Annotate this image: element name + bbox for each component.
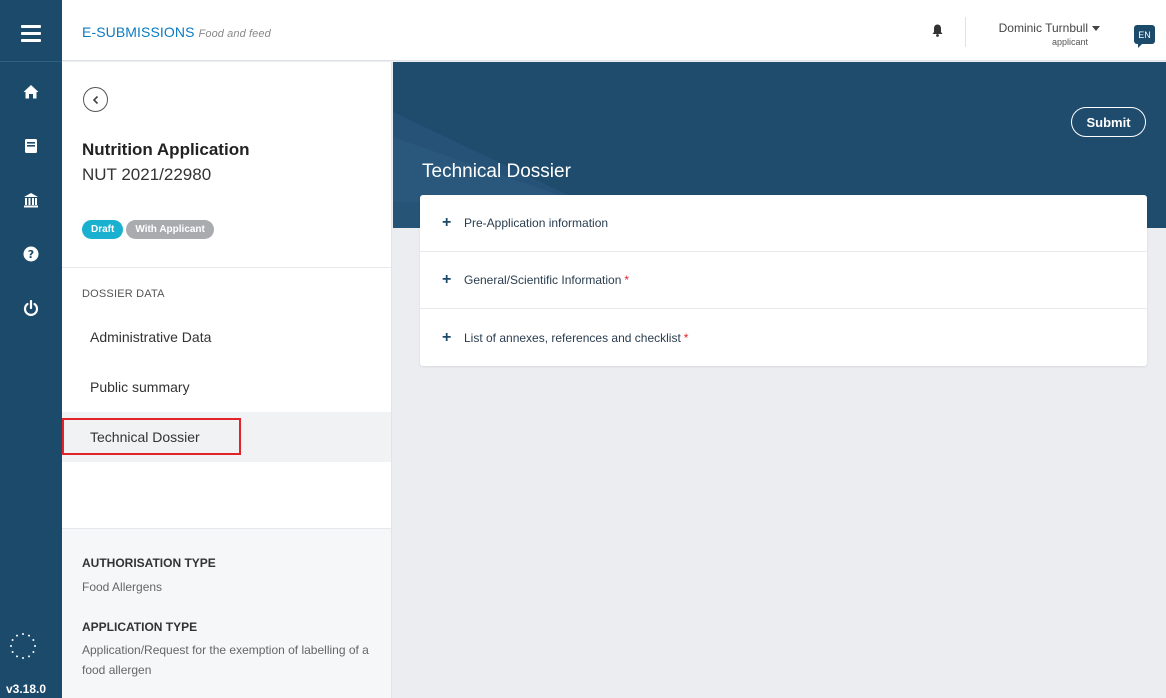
- help-icon: ?: [23, 246, 39, 262]
- version-label: v3.18.0: [6, 682, 47, 696]
- building-icon: [24, 193, 38, 208]
- left-rail: ? v3.18.0: [0, 0, 62, 698]
- authorisation-type-value: Food Allergens: [82, 580, 163, 594]
- nav-item-label: Public summary: [90, 379, 190, 395]
- nav-item-administrative-data[interactable]: Administrative Data: [62, 312, 391, 362]
- notifications-button[interactable]: [932, 24, 943, 42]
- organisation-button[interactable]: [0, 185, 62, 215]
- app-brand[interactable]: E-SUBMISSIONS Food and feed: [82, 24, 271, 40]
- eu-stars-logo: [10, 633, 36, 659]
- user-menu[interactable]: Dominic Turnbull applicant: [990, 21, 1100, 47]
- section-general-scientific-information[interactable]: + General/Scientific Information *: [420, 252, 1147, 309]
- nav-item-public-summary[interactable]: Public summary: [62, 362, 391, 412]
- status-badge-with-applicant: With Applicant: [126, 220, 214, 239]
- dossiers-button[interactable]: [0, 131, 62, 161]
- application-name: Nutrition Application: [82, 140, 250, 159]
- header-divider: [965, 17, 966, 47]
- required-marker: *: [683, 330, 689, 345]
- user-role: applicant: [1051, 37, 1088, 47]
- panel-divider: [62, 267, 391, 268]
- power-icon: [23, 300, 39, 316]
- section-label: Pre-Application information: [464, 216, 609, 230]
- book-icon: [25, 139, 37, 153]
- application-id: NUT 2021/22980: [82, 165, 212, 184]
- caret-down-icon: [1092, 25, 1100, 31]
- top-header: E-SUBMISSIONS Food and feed Dominic Turnb…: [62, 0, 1166, 61]
- application-type-label: APPLICATION TYPE: [82, 620, 198, 634]
- nav-item-label: Administrative Data: [90, 329, 212, 345]
- rail-divider: [0, 61, 62, 62]
- user-name: Dominic Turnbull: [998, 21, 1088, 35]
- page-title: Technical Dossier: [422, 161, 571, 182]
- expand-plus-icon: +: [442, 271, 452, 288]
- section-annexes-references-checklist[interactable]: + List of annexes, references and checkl…: [420, 309, 1147, 366]
- home-button[interactable]: [0, 77, 62, 107]
- expand-plus-icon: +: [442, 328, 452, 346]
- logout-button[interactable]: [0, 293, 62, 323]
- section-label: General/Scientific Information: [464, 273, 622, 287]
- status-badges: Draft With Applicant: [82, 220, 214, 239]
- section-pre-application-information[interactable]: + Pre-Application information: [420, 195, 1147, 252]
- language-selector[interactable]: EN: [1134, 25, 1155, 48]
- back-button[interactable]: [83, 87, 108, 112]
- home-icon: [23, 85, 39, 99]
- expand-plus-icon: +: [442, 214, 452, 231]
- bell-icon: [932, 24, 943, 37]
- help-button[interactable]: ?: [0, 239, 62, 269]
- chevron-left-icon: [92, 95, 98, 104]
- authorisation-type-label: AUTHORISATION TYPE: [82, 556, 216, 570]
- status-badge-draft: Draft: [82, 220, 124, 239]
- brand-subtitle: Food and feed: [198, 28, 271, 40]
- required-marker: *: [624, 273, 630, 287]
- brand-title: E-SUBMISSIONS: [82, 24, 195, 40]
- application-panel: Nutrition Application NUT 2021/22980 Dra…: [62, 62, 392, 698]
- submit-button[interactable]: Submit: [1071, 107, 1146, 137]
- application-type-value: Application/Request for the exemption of…: [82, 643, 369, 677]
- svg-text:?: ?: [28, 248, 34, 261]
- application-info: AUTHORISATION TYPE Food Allergens APPLIC…: [62, 528, 391, 698]
- dossier-data-label: DOSSIER DATA: [82, 288, 165, 300]
- hamburger-icon: [21, 24, 41, 42]
- section-label: List of annexes, references and checklis…: [464, 330, 681, 345]
- user-name-row: Dominic Turnbull: [990, 21, 1100, 35]
- selection-highlight-box: [62, 418, 241, 455]
- dossier-sections: + Pre-Application information + General/…: [420, 195, 1147, 366]
- menu-toggle-button[interactable]: [0, 18, 62, 48]
